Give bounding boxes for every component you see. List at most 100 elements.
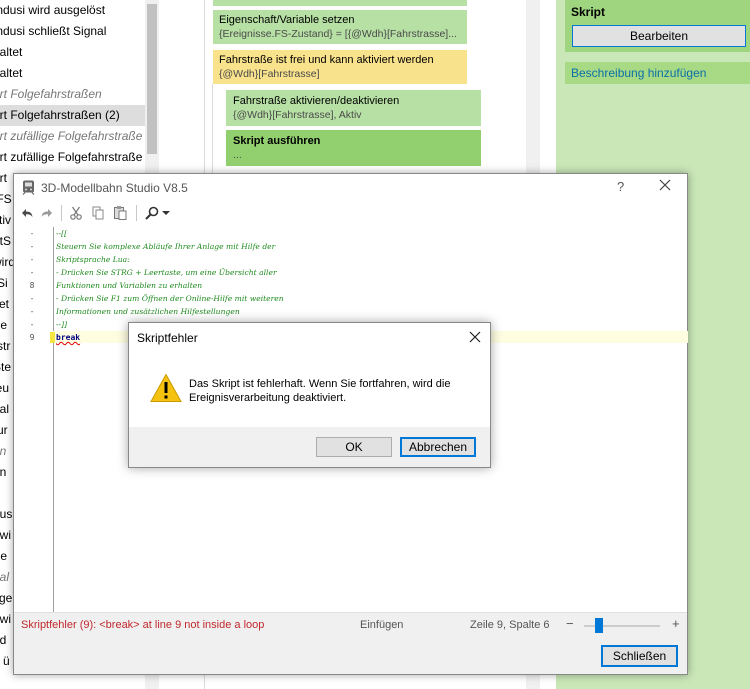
event-list-item-label: ltet: [0, 297, 10, 311]
script-section-title: Skript: [571, 5, 606, 19]
script-error-status: Skriptfehler (9): <break> at line 9 not …: [21, 619, 265, 631]
cursor-position-status: Zeile 9, Spalte 6: [470, 619, 550, 631]
code-comment-line: Funktionen und Variablen zu erhalten: [56, 281, 203, 290]
flow-block-title: Eigenschaft/Variable setzen: [219, 14, 355, 26]
flow-block-route-free[interactable]: Fahrstraße ist frei und kann aktiviert w…: [213, 50, 467, 84]
line-gutter: - - - - 8 - - - 9: [14, 227, 54, 612]
line-number: -: [29, 255, 35, 264]
event-list-item-label: rur: [0, 423, 8, 437]
line-number: -: [29, 268, 35, 277]
add-description-link[interactable]: Beschreibung hinzufügen: [565, 62, 750, 84]
event-list-item-label: ert Folgefahrstraßen (2): [0, 108, 120, 122]
zoom-out-button[interactable]: −: [566, 616, 574, 631]
event-list-item-label: ird: [0, 633, 7, 647]
event-list-item[interactable]: Indusi schließt Signal: [0, 21, 145, 42]
line-number: -: [29, 229, 35, 238]
flow-block-partial[interactable]: [213, 0, 467, 6]
event-list-item-label: en: [0, 444, 7, 458]
flow-block-activate-route[interactable]: Fahrstraße aktivieren/deaktivieren {@Wdh…: [226, 90, 481, 126]
editor-toolbar: [14, 201, 687, 225]
toolbar-separator: [136, 205, 137, 221]
code-comment-line: - Drücken Sie STRG + Leertaste, um eine …: [56, 268, 277, 277]
event-list-item-label: ptS: [0, 234, 12, 248]
close-icon[interactable]: [658, 178, 672, 192]
code-comment-line: - Drücken Sie F1 zum Öffnen der Online-H…: [56, 294, 284, 303]
edit-script-button[interactable]: Bearbeiten: [572, 25, 746, 47]
warning-icon: [150, 373, 182, 402]
chevron-down-icon[interactable]: [160, 203, 172, 223]
event-list-item-label: ert Folgefahrstraßen: [0, 87, 102, 101]
scrollbar-thumb[interactable]: [147, 4, 157, 154]
redo-icon[interactable]: [37, 203, 57, 223]
cut-icon[interactable]: [66, 203, 86, 223]
app-icon: [22, 180, 35, 195]
event-list-item-label: ße: [0, 318, 8, 332]
flow-block-set-variable[interactable]: Eigenschaft/Variable setzen {Ereignisse.…: [213, 10, 467, 44]
event-list-item-label: nal: [0, 570, 10, 584]
gutter-separator: [53, 227, 54, 612]
flow-block-title: Fahrstraße aktivieren/deaktivieren: [233, 95, 400, 107]
search-icon[interactable]: [142, 203, 162, 223]
code-comment-line: Informationen und zusätzlichen Hilfestel…: [56, 307, 240, 316]
event-list-item-label: Indusi wird ausgelöst: [0, 3, 106, 17]
zoom-slider-thumb[interactable]: [595, 618, 603, 633]
line-number: -: [29, 320, 35, 329]
insert-mode-status[interactable]: Einfügen: [360, 619, 403, 631]
event-list-item[interactable]: Indusi wird ausgelöst: [0, 0, 145, 21]
code-comment-line: Skriptsprache Lua:: [56, 255, 130, 264]
event-list-item-label: h ü: [0, 654, 10, 668]
event-list-item[interactable]: haltet: [0, 63, 145, 84]
event-list-item[interactable]: ert Folgefahrstraßen: [0, 84, 145, 105]
event-list-item[interactable]: ert zufällige Folgefahrstraße n: [0, 147, 145, 168]
copy-icon[interactable]: [88, 203, 108, 223]
status-bar: Skriptfehler (9): <break> at line 9 not …: [14, 612, 687, 636]
event-list-item-label: ert: [0, 171, 8, 185]
cancel-button[interactable]: Abbrechen: [400, 437, 476, 457]
event-list-item-label: tFS: [0, 192, 12, 206]
line-number: -: [29, 294, 35, 303]
flow-block-subtitle: {@Wdh}[Fahrstrasse]: [219, 68, 320, 80]
flow-block-title: Skript ausführen: [233, 135, 321, 147]
event-list-item-label: rSi: [0, 276, 8, 290]
ok-button[interactable]: OK: [316, 437, 392, 457]
dialog-title: Skriptfehler: [137, 331, 198, 345]
script-error-dialog: Skriptfehler Das Skript ist fehlerhaft. …: [128, 322, 491, 468]
close-icon[interactable]: [469, 331, 481, 343]
undo-icon[interactable]: [17, 203, 37, 223]
event-list-item-label: f wi: [0, 528, 11, 542]
line-number: -: [29, 307, 35, 316]
window-titlebar[interactable]: 3D-Modellbahn Studio V8.5 ?: [14, 174, 687, 201]
event-list-item-label: leu: [0, 381, 10, 395]
paste-icon[interactable]: [110, 203, 130, 223]
flow-block-subtitle: {Ereignisse.FS-Zustand} = [{@Wdh}[Fahrst…: [219, 28, 457, 40]
event-list-item-label: ße: [0, 549, 8, 563]
event-list-item[interactable]: ert zufällige Folgefahrstraße: [0, 126, 145, 147]
zoom-in-button[interactable]: +: [672, 616, 680, 631]
line-number: -: [29, 242, 35, 251]
event-list-item-label: nal: [0, 402, 10, 416]
event-list-item-label: ert zufällige Folgefahrstraße n: [0, 150, 145, 164]
code-comment-line: Steuern Sie komplexe Abläufe Ihrer Anlag…: [56, 242, 276, 251]
help-button[interactable]: ?: [617, 179, 624, 194]
line-number: 8: [29, 281, 35, 290]
event-list-item-label: en: [0, 465, 7, 479]
event-list-item-label: sge: [0, 591, 13, 605]
event-list-item-label: rstr: [0, 339, 11, 353]
dialog-footer: OK Abbrechen: [129, 427, 490, 467]
keyword-break: break: [56, 333, 81, 342]
code-line-error: break: [56, 331, 80, 344]
line-number: 9: [29, 333, 35, 342]
event-list-item-label: Indusi schließt Signal: [0, 24, 107, 38]
event-list-item-label: Ste: [0, 360, 12, 374]
dialog-message: Das Skript ist fehlerhaft. Wenn Sie fort…: [189, 378, 451, 404]
event-list-item[interactable]: ert Folgefahrstraßen (2): [0, 105, 145, 126]
event-list-item-label: ktiv: [0, 213, 11, 227]
line-change-marker: [50, 332, 55, 343]
flow-block-title: Fahrstraße ist frei und kann aktiviert w…: [219, 54, 434, 66]
code-comment-line: --]]: [56, 320, 68, 329]
flow-block-run-script[interactable]: Skript ausführen ...: [226, 130, 481, 166]
event-list-item-label: f wi: [0, 612, 11, 626]
event-list-item-label: haltet: [0, 66, 23, 80]
close-editor-button[interactable]: Schließen: [601, 645, 678, 667]
event-list-item[interactable]: haltet: [0, 42, 145, 63]
